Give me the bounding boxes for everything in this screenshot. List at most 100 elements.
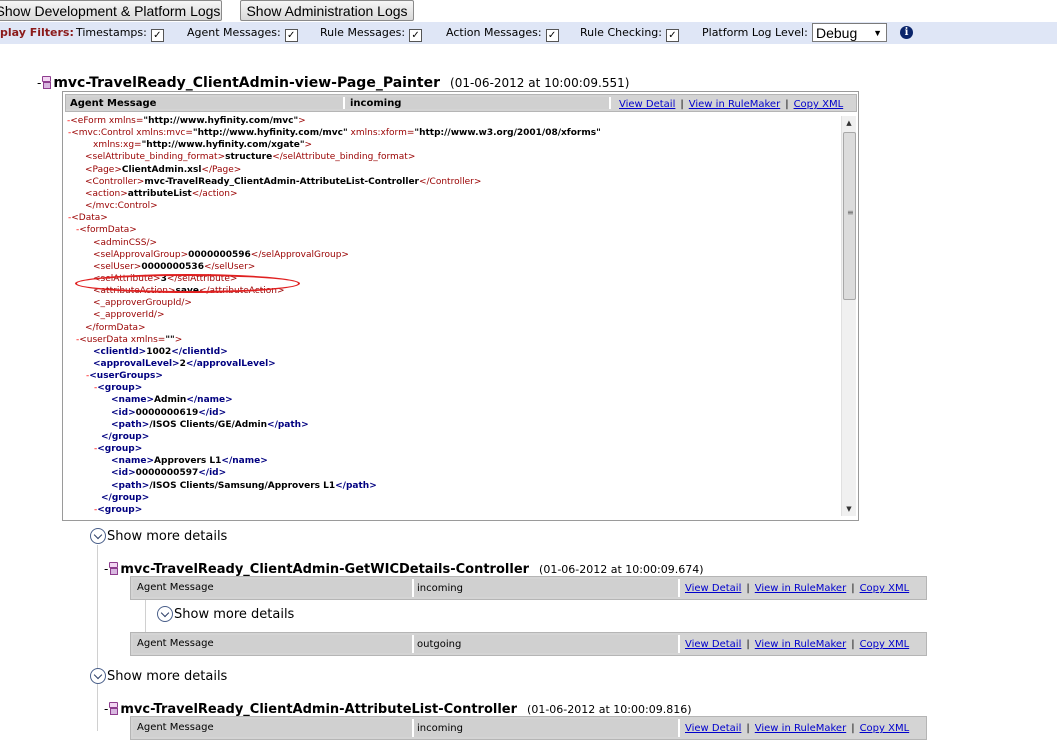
xml-line-content: <selAttribute_binding_format>structure</… [85,152,416,163]
xml-line: -<eForm xmlns="http://www.hyfinity.com/m… [67,115,306,127]
timestamps-checkbox[interactable]: ✓ [150,29,164,42]
scroll-up-icon[interactable]: ▲ [842,116,856,130]
xml-line: <selApprovalGroup>0000000596</selApprova… [93,249,349,261]
xml-line: -<Data> [68,212,108,224]
rule-checking-filter: Rule Checking: ✓ [580,26,679,42]
entry-title: mvc-TravelReady_ClientAdmin-AttributeLis… [120,702,518,717]
log-level-value: Debug [816,25,858,41]
xml-line: <Page>ClientAdmin.xsl</Page> [85,164,241,176]
view-detail-link[interactable]: View Detail [685,723,741,734]
xml-line: <path>/ISOS Clients/Samsung/Approvers L1… [111,480,377,492]
message-type: Agent Message [137,638,214,649]
xml-line-content: <mvc:Control xmlns:mvc="http://www.hyfin… [71,128,601,139]
copy-xml-link[interactable]: Copy XML [794,99,844,110]
xml-line: <name>Admin</name> [111,394,233,406]
message-links: View Detail | View in RuleMaker | Copy XML [685,723,909,734]
message-header-bar: Agent Message incoming View Detail | View … [65,94,857,112]
xml-line-content: </formData> [85,322,146,333]
expand-chevron-icon[interactable] [90,668,106,684]
message-direction: incoming [417,583,463,594]
show-more-details[interactable]: Show more details [90,668,227,684]
link-separator: | [746,639,750,650]
copy-xml-link[interactable]: Copy XML [860,583,910,594]
view-in-rulemaker-link[interactable]: View in RuleMaker [755,723,846,734]
entry-title-row: - mvc-TravelReady_ClientAdmin-GetWICDetai… [104,558,704,577]
xml-line: <selUser>0000000536</selUser> [93,261,255,273]
xml-line: -<mvc:Control xmlns:mvc="http://www.hyfi… [68,127,601,139]
action-messages-checkbox[interactable]: ✓ [545,29,559,42]
xml-line-content: <eForm xmlns="http://www.hyfinity.com/mv… [70,116,306,126]
xml-line: <Controller>mvc-TravelReady_ClientAdmin-… [85,176,481,188]
xml-content: -<eForm xmlns="http://www.hyfinity.com/m… [67,115,839,517]
platform-log-level-select[interactable]: Debug ▼ [812,23,887,42]
show-more-details[interactable]: Show more details [157,606,294,622]
link-separator: | [785,99,789,110]
display-filters-bar: play Filters: Timestamps: ✓ Agent Message… [0,22,1057,44]
link-separator: | [746,583,750,594]
agent-messages-filter: Agent Messages: ✓ [187,26,298,42]
show-more-label: Show more details [107,669,228,684]
action-messages-filter: Action Messages: ✓ [446,26,559,42]
agent-messages-checkbox[interactable]: ✓ [284,29,298,42]
info-icon[interactable]: i [900,26,913,39]
rule-checking-checkbox[interactable]: ✓ [666,29,679,42]
rule-messages-filter: Rule Messages: ✓ [320,26,423,42]
xml-line-content: <path>/ISOS Clients/GE/Admin</path> [111,419,309,430]
message-header-bar: Agent Message incoming View Detail | View … [130,716,927,740]
xml-line-content: <selUser>0000000536</selUser> [93,261,256,272]
message-direction: incoming [417,723,463,734]
rule-messages-label: Rule Messages: [320,26,406,39]
xml-line-content: <id>0000000619</id> [111,407,227,418]
view-in-rulemaker-link[interactable]: View in RuleMaker [755,639,846,650]
xml-line: -<group> [94,443,142,455]
message-links: View Detail | View in RuleMaker | Copy XML [619,99,843,110]
xml-line: -<userGroups> [86,370,163,382]
message-links: View Detail | View in RuleMaker | Copy XML [685,583,909,594]
xml-line: <_approverGroupId/> [93,297,192,309]
xml-line-content: <_approverGroupId/> [93,298,192,309]
xml-scrollbar[interactable]: ▲ ≡ ▼ [841,116,856,516]
scroll-thumb[interactable]: ≡ [843,132,856,300]
xml-line-content: <id>0000000597</id> [111,468,227,479]
xml-line: <clientId>1002</clientId> [93,346,228,358]
rule-checking-label: Rule Checking: [580,26,662,39]
message-type: Agent Message [70,98,157,109]
xml-line: </group> [101,492,149,504]
xml-line-content: <approvalLevel>2</approvalLevel> [93,359,276,369]
agent-messages-label: Agent Messages: [187,26,281,39]
xml-line: <action>attributeList</action> [85,188,238,200]
xml-line-content: <userData xmlns=""> [79,334,183,345]
expand-chevron-icon[interactable] [157,606,173,622]
xml-line-content: <adminCSS/> [93,237,158,248]
expand-chevron-icon[interactable] [90,528,106,544]
xml-line-content: <_approverId/> [93,310,165,321]
xml-line: <id>0000000597</id> [111,467,226,479]
view-in-rulemaker-link[interactable]: View in RuleMaker [755,583,846,594]
copy-xml-link[interactable]: Copy XML [860,723,910,734]
xml-line-content: <Page>ClientAdmin.xsl</Page> [85,164,242,175]
xml-line-content: <userGroups> [89,371,163,382]
xml-line: -<group> [94,504,142,516]
xml-line-content: <name>Approvers L1</name> [111,456,268,467]
message-type: Agent Message [137,722,214,733]
view-in-rulemaker-link[interactable]: View in RuleMaker [689,99,780,110]
xml-line: </group> [101,431,149,443]
view-detail-link[interactable]: View Detail [685,639,741,650]
scroll-down-icon[interactable]: ▼ [842,502,856,516]
xml-line: <name>Approvers L1</name> [111,455,268,467]
copy-xml-link[interactable]: Copy XML [860,639,910,650]
show-dev-platform-logs-button[interactable]: Show Development & Platform Logs [0,0,222,21]
xml-line-content: <group> [97,504,143,515]
display-filters-label: play Filters: [0,26,74,39]
view-detail-link[interactable]: View Detail [685,583,741,594]
rule-messages-checkbox[interactable]: ✓ [409,29,423,42]
show-more-details[interactable]: Show more details [90,528,227,544]
entry-timestamp: (01-06-2012 at 10:00:09.674) [539,563,704,576]
dropdown-arrow-icon: ▼ [873,28,882,38]
link-separator: | [851,583,855,594]
show-more-label: Show more details [107,529,228,544]
message-links: View Detail | View in RuleMaker | Copy XML [685,639,909,650]
show-admin-logs-button[interactable]: Show Administration Logs [240,0,414,21]
view-detail-link[interactable]: View Detail [619,99,675,110]
xml-line-content: </mvc:Control> [85,201,158,212]
